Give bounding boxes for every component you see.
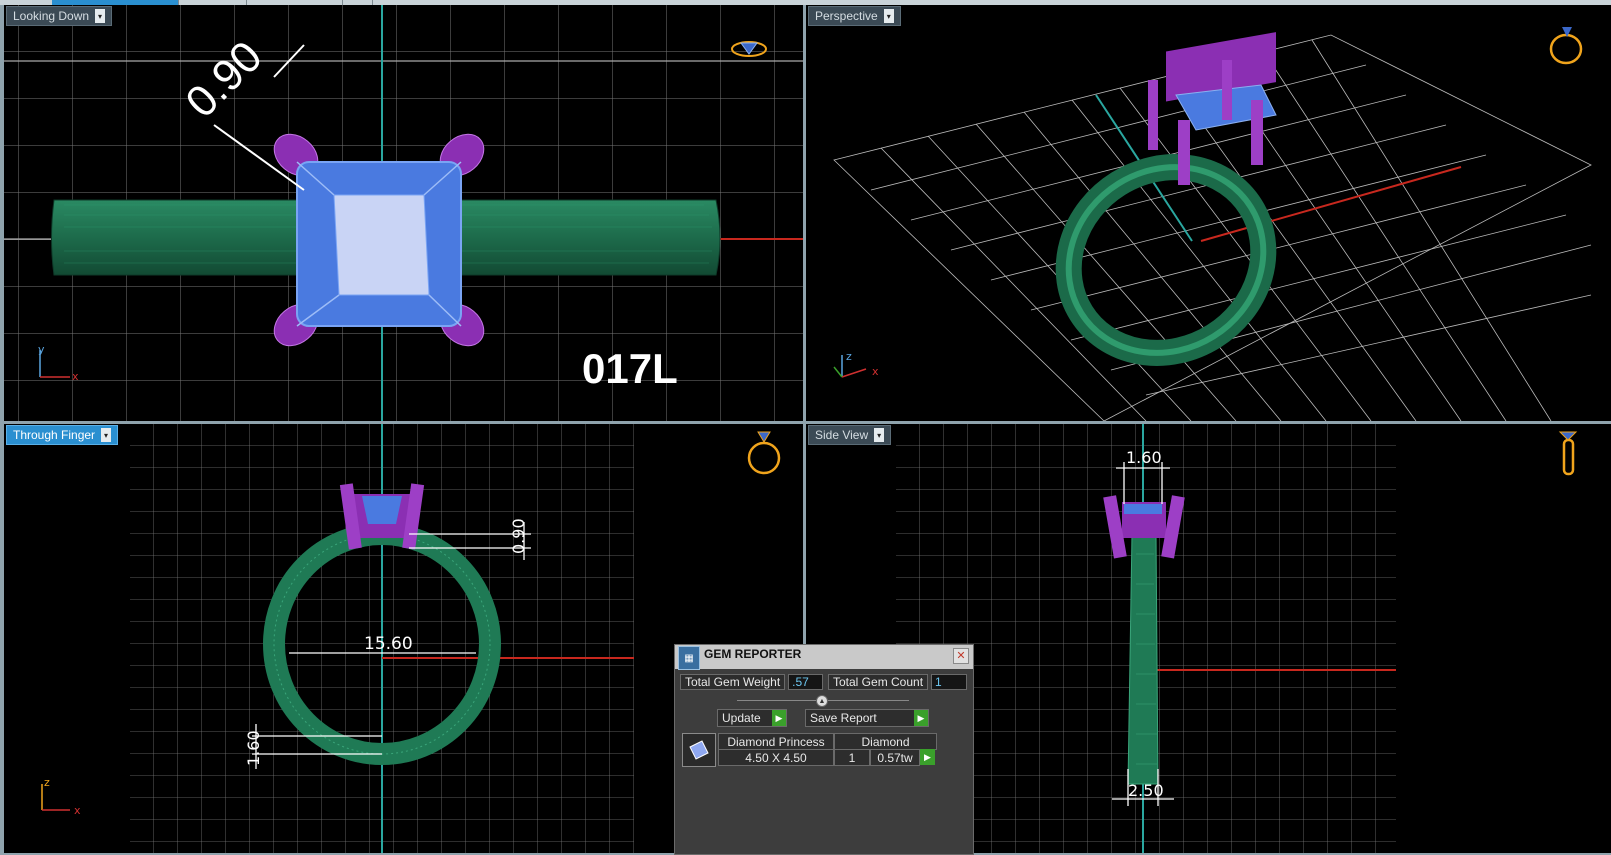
perspective-scene: z x bbox=[833, 27, 1592, 421]
axis-z-label: z bbox=[846, 350, 852, 363]
ring-3d bbox=[1055, 154, 1277, 366]
shank-side bbox=[1127, 533, 1159, 785]
gem-name: Diamond Princess bbox=[718, 733, 834, 750]
axis-x-label: x bbox=[872, 365, 879, 378]
save-report-label: Save Report bbox=[810, 711, 877, 725]
dropdown-icon[interactable]: ▾ bbox=[883, 9, 894, 23]
princess-stone bbox=[296, 161, 462, 327]
row-go-button[interactable]: ▶ bbox=[920, 749, 935, 765]
view-cube-icon[interactable] bbox=[1549, 27, 1583, 65]
viewport-label-text: Looking Down bbox=[13, 9, 90, 23]
update-label: Update bbox=[722, 711, 761, 725]
view-cube-icon[interactable] bbox=[747, 431, 781, 475]
dropdown-icon[interactable]: ▾ bbox=[95, 9, 106, 23]
viewport-label-side-view[interactable]: Side View ▾ bbox=[808, 425, 892, 445]
collapse-icon[interactable]: ▲ bbox=[816, 695, 828, 707]
viewport-looking-down[interactable]: 0.90 y x Looking Down ▾ 017L bbox=[4, 5, 803, 421]
total-weight-value: .57 bbox=[788, 674, 824, 690]
play-icon: ▶ bbox=[914, 710, 928, 726]
axis-x-label: x bbox=[72, 370, 79, 383]
gem-reporter-title: GEM REPORTER bbox=[704, 647, 802, 661]
viewport-label-through-finger[interactable]: Through Finger ▾ bbox=[6, 425, 119, 445]
axis-y-label: y bbox=[38, 343, 45, 356]
total-count-field: Total Gem Count 1 bbox=[828, 674, 968, 690]
dimension-bottom: 1.60 bbox=[244, 730, 263, 766]
gem-reporter-panel[interactable]: ▦ GEM REPORTER ✕ Total Gem Weight .57 To… bbox=[674, 644, 974, 855]
update-button[interactable]: Update ▶ bbox=[717, 709, 787, 727]
total-weight-field: Total Gem Weight .57 bbox=[680, 674, 824, 690]
dimension-inner: 15.60 bbox=[364, 634, 413, 654]
gem-size: 4.50 X 4.50 bbox=[718, 749, 834, 766]
diamond-thumbnail-icon[interactable] bbox=[682, 733, 716, 767]
close-icon[interactable]: ✕ bbox=[953, 648, 969, 664]
total-count-value: 1 bbox=[931, 674, 968, 690]
viewport-label-text: Through Finger bbox=[13, 428, 96, 442]
total-count-label: Total Gem Count bbox=[828, 674, 929, 690]
dropdown-icon[interactable]: ▾ bbox=[874, 428, 885, 442]
total-weight-label: Total Gem Weight bbox=[680, 674, 786, 690]
axis-z-label: z bbox=[44, 776, 50, 789]
looking-down-scene: 0.90 y x bbox=[4, 5, 803, 421]
save-report-button[interactable]: Save Report ▶ bbox=[805, 709, 929, 727]
view-cube-icon[interactable] bbox=[1558, 431, 1578, 476]
viewport-label-text: Side View bbox=[815, 428, 869, 442]
viewport-label-looking-down[interactable]: Looking Down ▾ bbox=[6, 6, 113, 26]
viewport-perspective[interactable]: z x Perspective ▾ bbox=[806, 5, 1611, 421]
gem-material: Diamond bbox=[834, 733, 937, 750]
dropdown-icon[interactable]: ▾ bbox=[101, 428, 112, 442]
dimension-top: 1.60 bbox=[1126, 448, 1162, 467]
play-icon: ▶ bbox=[772, 710, 786, 726]
part-code: 017L bbox=[582, 345, 678, 392]
gem-weight: 0.57tw bbox=[870, 749, 920, 766]
gem-reporter-header[interactable]: ▦ GEM REPORTER ✕ bbox=[675, 645, 973, 670]
gem-count: 1 bbox=[834, 749, 870, 766]
viewport-label-text: Perspective bbox=[815, 9, 878, 23]
gem-report-icon: ▦ bbox=[678, 646, 700, 670]
dimension-right: 0.90 bbox=[509, 518, 528, 554]
viewport-label-perspective[interactable]: Perspective ▾ bbox=[808, 6, 901, 26]
dimension-bottom: 2.50 bbox=[1128, 781, 1164, 800]
axis-x-label: x bbox=[74, 804, 81, 817]
